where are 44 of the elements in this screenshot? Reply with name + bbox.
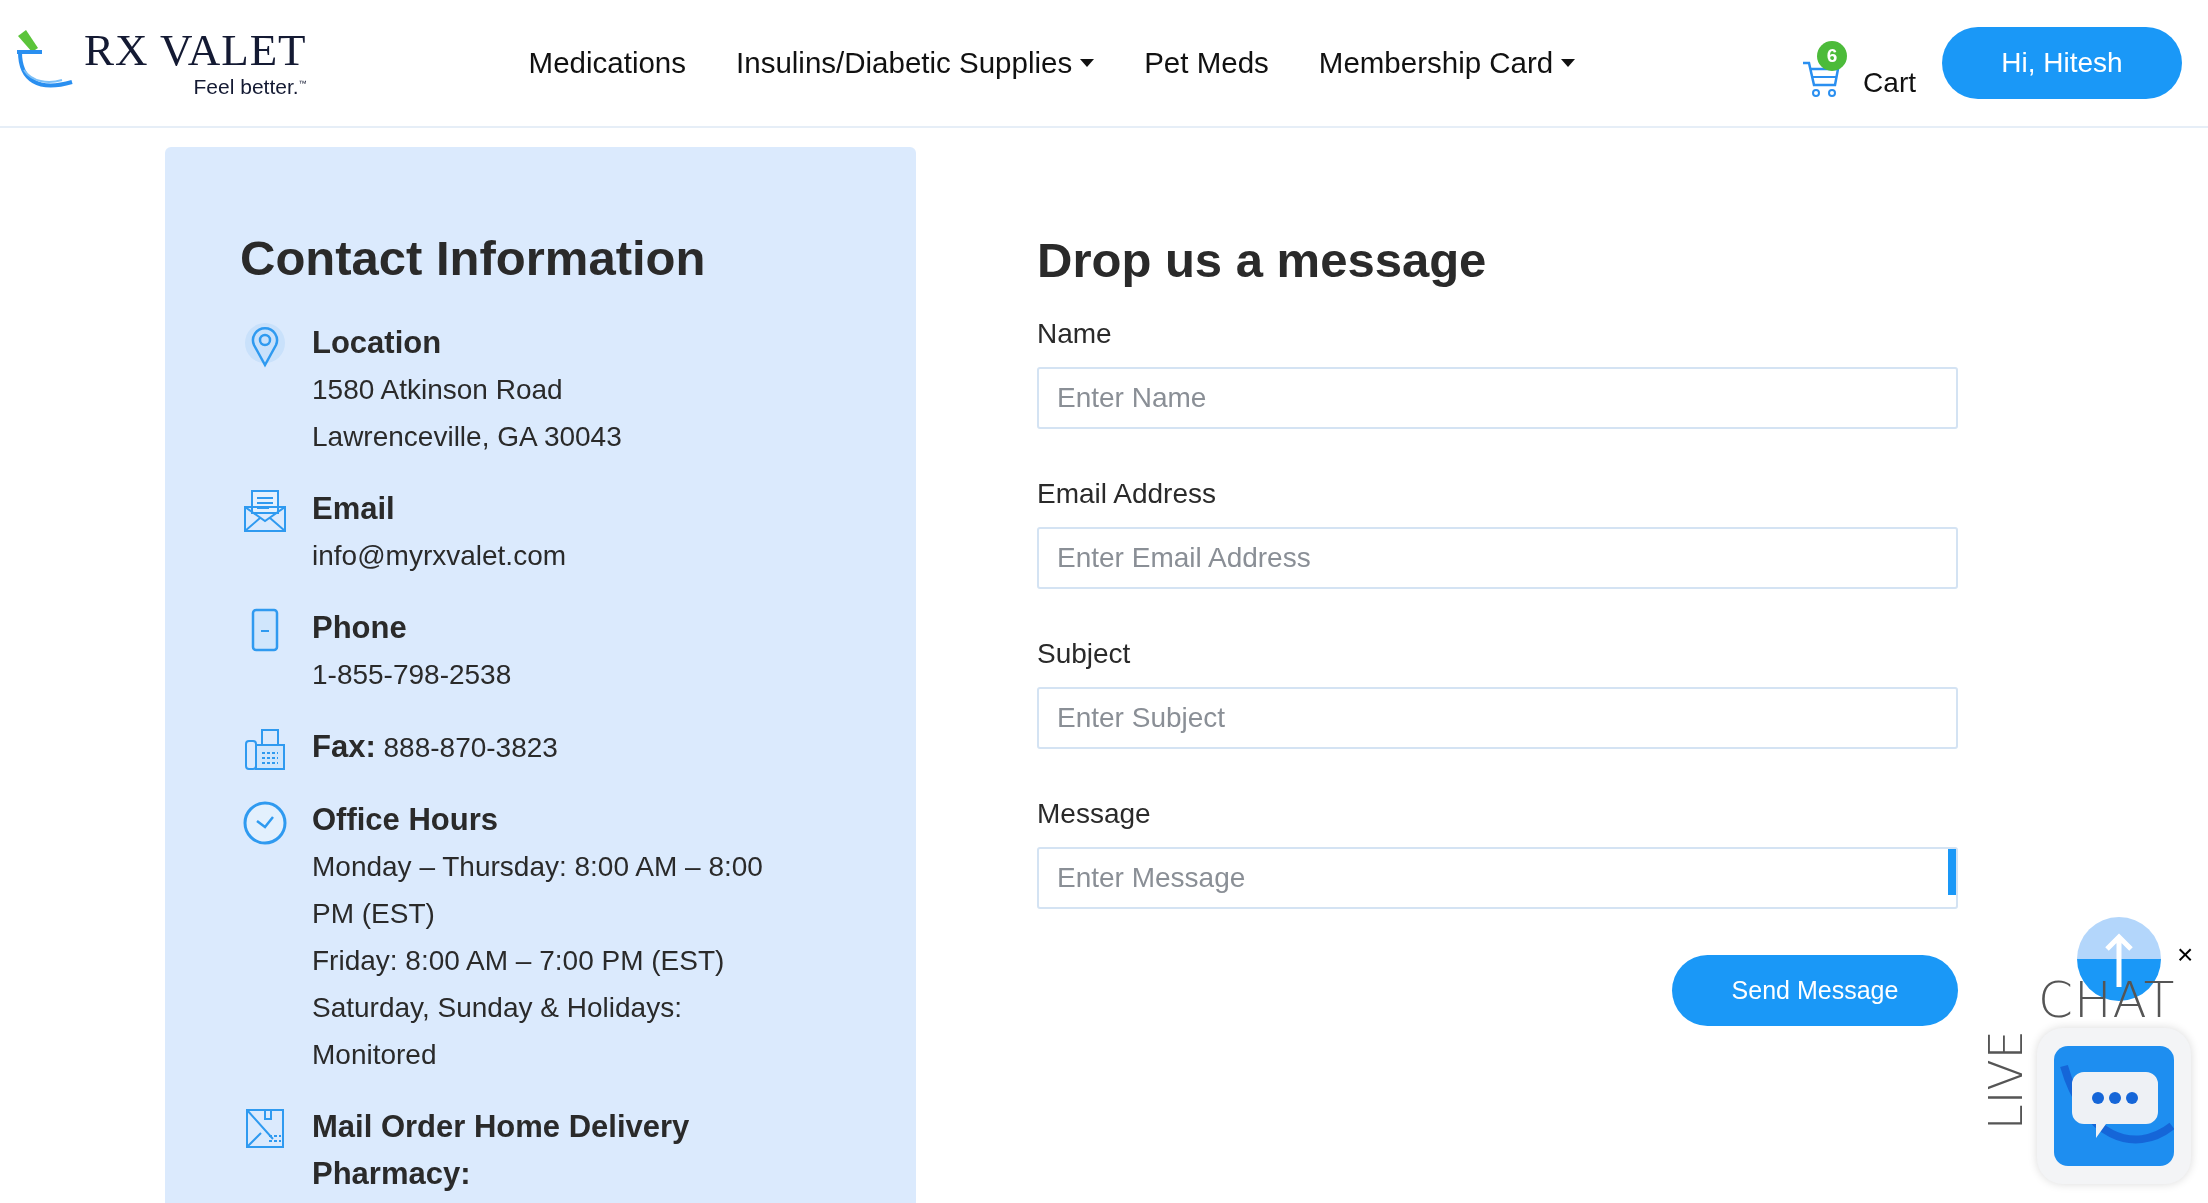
envelope-icon [242, 488, 288, 533]
brand-wordmark: RX VALET [84, 27, 307, 73]
input-field[interactable]: Enter Message [1037, 846, 1958, 909]
contact-detail: 1580 Atkinson Road [312, 372, 564, 407]
contact-heading: Email [312, 489, 396, 528]
chat-label: CHAT [2038, 975, 2176, 1025]
nav-dropdown[interactable]: Membership Card [1318, 46, 1576, 80]
form-title: Drop us a message [1037, 232, 1488, 289]
location-pin-icon [245, 322, 285, 369]
contact-detail: Saturday, Sunday & Holidays: Monitored [312, 990, 683, 1072]
contact-heading: Mail Order Home Delivery Pharmacy: [312, 1107, 691, 1193]
contact-detail: Friday: 8:00 AM – 7:00 PM (EST) [312, 943, 726, 978]
field-label: Message [1037, 796, 1152, 831]
field-label: Email Address [1037, 476, 1217, 511]
contact-heading: Phone [312, 608, 408, 647]
package-icon [243, 1106, 287, 1151]
cart-count-badge: 6 [1817, 41, 1848, 71]
nav-link[interactable]: Pet Meds [1144, 46, 1269, 80]
cart-label: Cart [1863, 67, 1916, 99]
field-label: Name [1037, 316, 1113, 351]
chat-bubble-icon [2054, 1046, 2174, 1166]
live-chat-button[interactable] [2037, 1028, 2191, 1184]
close-button[interactable]: × [2177, 941, 2194, 969]
cart-link[interactable]: 6 Cart [1801, 27, 1916, 99]
contact-detail: Lawrenceville, GA 30043 [312, 419, 623, 454]
phone-icon [250, 607, 280, 652]
contact-detail: 1-855-798-2538 [312, 657, 513, 692]
clock-icon [242, 799, 288, 846]
resize-handle[interactable] [1948, 848, 1956, 895]
fax-machine-icon [244, 726, 286, 771]
contact-detail: Monday – Thursday: 8:00 AM – 8:00 PM (EST) [312, 849, 764, 931]
email-link[interactable]: info@myrxvalet.com [312, 531, 792, 579]
live-label: LIVE [1983, 1030, 2029, 1130]
fax-text: Fax: 888-870-3823 [312, 727, 559, 766]
nav-link[interactable]: Medications [528, 46, 687, 80]
nav-dropdown[interactable]: Insulins/Diabetic Supplies [736, 46, 1095, 80]
input-field[interactable]: Enter Email Address [1037, 526, 1958, 589]
field-label: Subject [1037, 636, 1132, 671]
contact-heading: Location [312, 323, 443, 362]
brand-tagline: Feel better.$^{™}$ [193, 74, 307, 99]
contact-heading: Office Hours [312, 800, 500, 839]
input-field[interactable]: Enter Name [1037, 366, 1958, 429]
section-title: Contact Information [240, 230, 707, 287]
input-field[interactable]: Enter Subject [1037, 686, 1958, 749]
